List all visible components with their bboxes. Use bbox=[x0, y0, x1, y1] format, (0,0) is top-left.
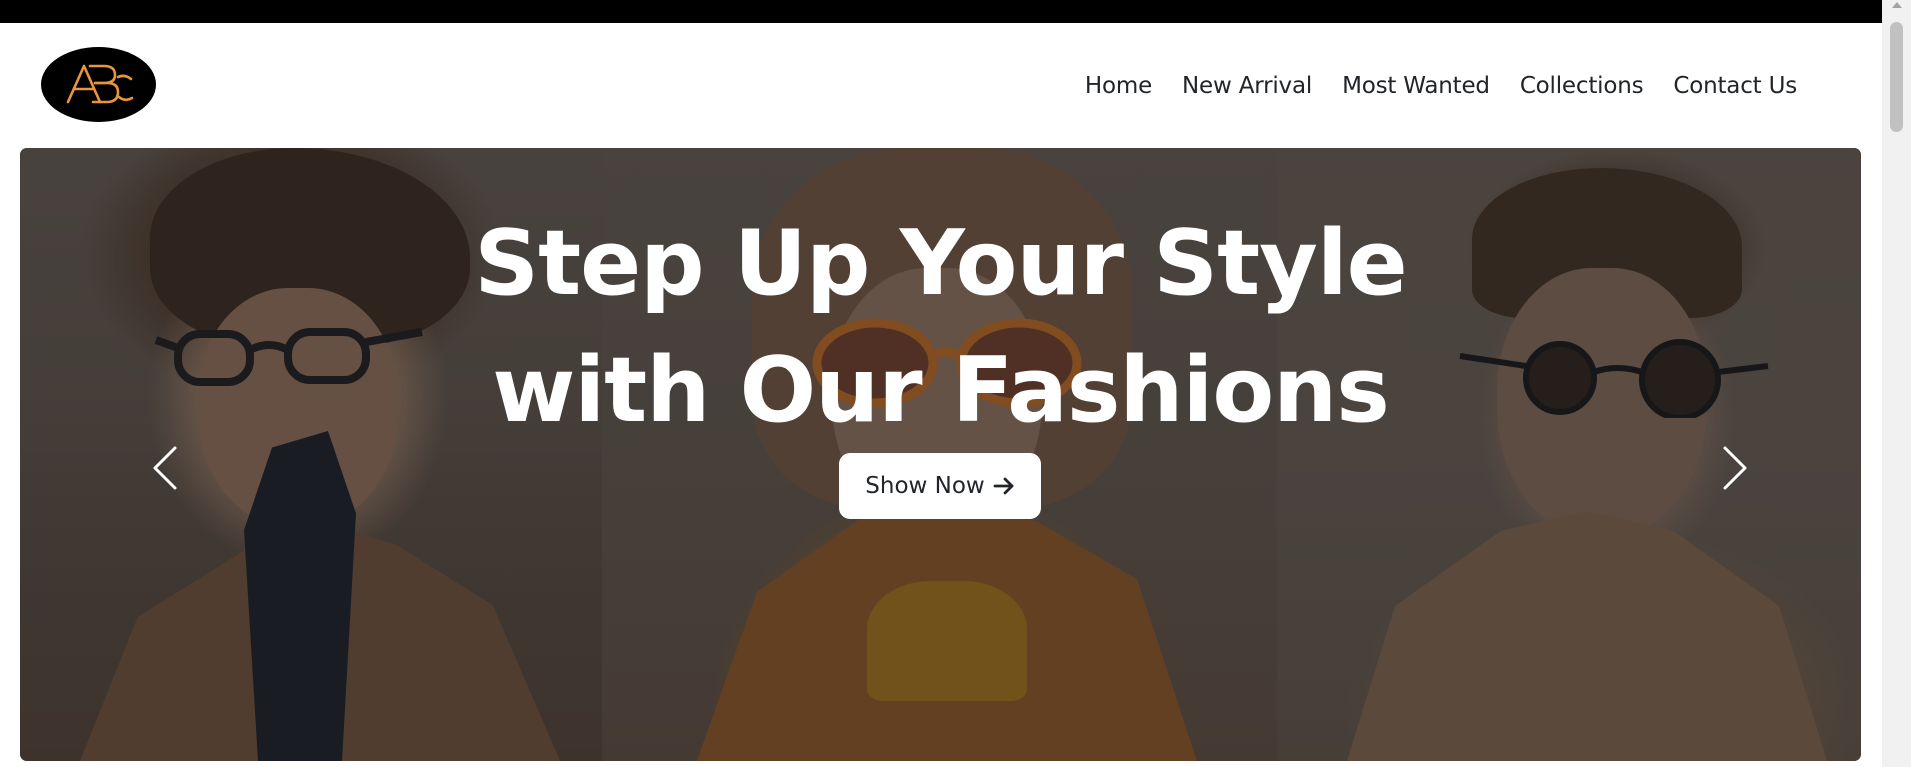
nav-item-most-wanted[interactable]: Most Wanted bbox=[1327, 59, 1505, 113]
arrow-right-icon bbox=[993, 477, 1014, 495]
carousel-prev-button[interactable] bbox=[145, 438, 185, 498]
brand-logo[interactable] bbox=[41, 47, 156, 122]
hero-carousel: Step Up Your Style with Our Fashions Sho… bbox=[20, 148, 1861, 761]
nav-item-home[interactable]: Home bbox=[1070, 59, 1167, 113]
show-now-button[interactable]: Show Now bbox=[839, 453, 1041, 519]
nav-item-new-arrival[interactable]: New Arrival bbox=[1167, 59, 1327, 113]
hero-title: Step Up Your Style with Our Fashions bbox=[20, 200, 1861, 454]
page-scrollbar[interactable] bbox=[1882, 0, 1911, 767]
hero-title-line2: with Our Fashions bbox=[492, 338, 1390, 443]
main-nav: Home New Arrival Most Wanted Collections… bbox=[1070, 59, 1812, 113]
chevron-left-icon bbox=[153, 446, 177, 490]
carousel-next-button[interactable] bbox=[1715, 438, 1755, 498]
chevron-right-icon bbox=[1723, 446, 1747, 490]
logo-mark-icon bbox=[66, 64, 134, 104]
hero-content: Step Up Your Style with Our Fashions Sho… bbox=[20, 148, 1861, 761]
show-now-label: Show Now bbox=[865, 473, 985, 499]
nav-item-collections[interactable]: Collections bbox=[1505, 59, 1659, 113]
navbar: Home New Arrival Most Wanted Collections… bbox=[0, 23, 1882, 148]
nav-item-contact-us[interactable]: Contact Us bbox=[1658, 59, 1812, 113]
hero-title-line1: Step Up Your Style bbox=[474, 211, 1407, 316]
top-bar bbox=[0, 0, 1882, 23]
scrollbar-thumb[interactable] bbox=[1890, 22, 1903, 132]
scroll-up-icon[interactable] bbox=[1892, 2, 1902, 8]
